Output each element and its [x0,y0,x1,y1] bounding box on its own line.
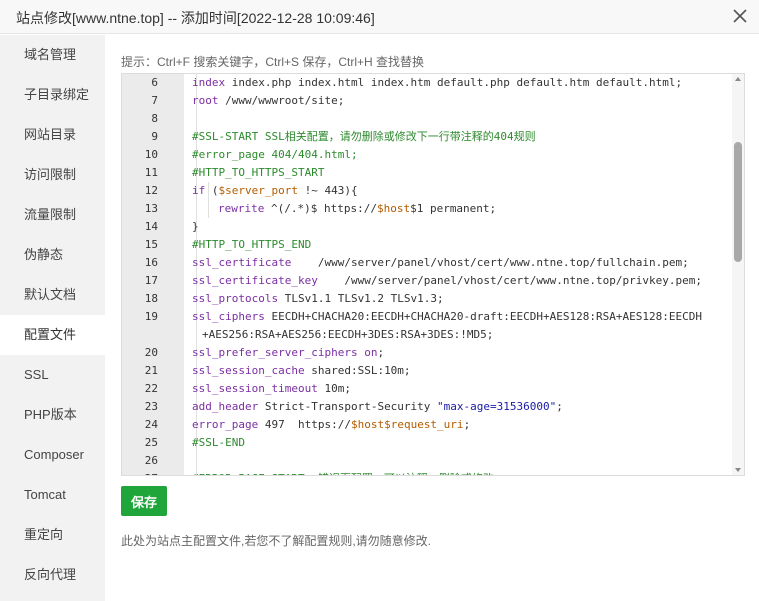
code-line: 6 index index.php index.html index.htm de… [122,74,732,92]
shortcut-tips: 提示：Ctrl+F 搜索关键字，Ctrl+S 保存，Ctrl+H 查找替换 [121,55,425,69]
line-text: ssl_session_timeout 10m; [192,382,351,395]
line-text: ssl_session_cache shared:SSL:10m; [192,364,411,377]
code-line: 12 if ($server_port !~ 443){ [122,182,732,200]
line-text: #error_page 404/404.html; [192,148,358,161]
code-line: 16 ssl_certificate /www/server/panel/vhos… [122,254,732,272]
line-text: error_page 497 https://$host$request_uri… [192,418,471,431]
line-number: 6 [151,76,158,89]
sidebar-item-reverse-proxy[interactable]: 反向代理 [0,555,105,595]
sidebar-item-config-file[interactable]: 配置文件 [0,315,105,355]
line-number: 18 [144,292,158,305]
code-line: 21 ssl_session_cache shared:SSL:10m; [122,362,732,380]
line-number: 11 [144,166,158,179]
sidebar-item-redirect[interactable]: 重定向 [0,515,105,555]
line-text: ssl_prefer_server_ciphers on; [192,346,385,359]
line-number: 24 [144,418,158,431]
code-line: 26 [122,452,732,470]
line-text: root /www/wwwroot/site; [192,94,345,107]
code-line: 25 #SSL-END [122,434,732,452]
code-line: 11 #HTTP_TO_HTTPS_START [122,164,732,182]
sidebar-item-ssl[interactable]: SSL [0,355,105,395]
line-number: 8 [151,112,158,125]
scrollbar-thumb[interactable] [734,142,742,262]
line-number: 22 [144,382,158,395]
window-titlebar: 站点修改[www.ntne.top] -- 添加时间[2022-12-28 10… [0,0,759,34]
close-icon[interactable] [731,7,749,25]
main-panel: 提示：Ctrl+F 搜索关键字，Ctrl+S 保存，Ctrl+H 查找替换 6 i… [105,35,759,601]
code-line: 7 root /www/wwwroot/site; [122,92,732,110]
line-number: 15 [144,238,158,251]
line-text: ssl_protocols TLSv1.1 TLSv1.2 TLSv1.3; [192,292,444,305]
line-number: 16 [144,256,158,269]
line-number: 7 [151,94,158,107]
code-line: 22 ssl_session_timeout 10m; [122,380,732,398]
code-line: 23 add_header Strict-Transport-Security "… [122,398,732,416]
line-number: 14 [144,220,158,233]
line-text: } [192,220,199,233]
sidebar-item-composer[interactable]: Composer [0,435,105,475]
line-number: 21 [144,364,158,377]
code-line: 19 ssl_ciphers EECDH+CHACHA20:EECDH+CHACH… [122,308,732,326]
line-text: #HTTP_TO_HTTPS_END [192,238,312,251]
scroll-up-arrow-icon[interactable] [735,77,741,81]
window-title: 站点修改[www.ntne.top] -- 添加时间[2022-12-28 10… [16,10,375,26]
line-text: ssl_ciphers EECDH+CHACHA20:EECDH+CHACHA2… [192,310,702,323]
line-text: #HTTP_TO_HTTPS_START [192,166,325,179]
line-text: #SSL-END [192,436,245,449]
config-warning-note: 此处为站点主配置文件,若您不了解配置规则,请勿随意修改. [121,534,432,548]
line-text: #ERROR-PAGE-START 错误页配置，可以注释、删除或修改 [192,470,494,475]
sidebar-item-access-limit[interactable]: 访问限制 [0,155,105,195]
sidebar-item-site-dir[interactable]: 网站目录 [0,115,105,155]
sidebar-item-default-doc[interactable]: 默认文档 [0,275,105,315]
code-line: 14} [122,218,732,236]
line-number: 9 [151,130,158,143]
line-number: 26 [144,454,158,467]
line-number: 20 [144,346,158,359]
line-text: add_header Strict-Transport-Security "ma… [192,400,563,413]
line-text: if ($server_port !~ 443){ [192,184,358,197]
line-text: +AES256:RSA+AES256:EECDH+3DES:RSA+3DES:!… [202,328,494,341]
line-number: 13 [144,202,158,215]
sidebar-item-php-version[interactable]: PHP版本 [0,395,105,435]
line-number: 23 [144,400,158,413]
save-button[interactable]: 保存 [121,486,167,516]
line-text: index index.php index.html index.htm def… [192,76,683,89]
sidebar-item-traffic-limit[interactable]: 流量限制 [0,195,105,235]
code-line: +AES256:RSA+AES256:EECDH+3DES:RSA+3DES:!… [122,326,732,344]
code-line: 20 ssl_prefer_server_ciphers on; [122,344,732,362]
scroll-down-arrow-icon[interactable] [735,468,741,472]
code-line: 9 #SSL-START SSL相关配置，请勿删除或修改下一行带注释的404规则 [122,128,732,146]
sidebar: 域名管理 子目录绑定 网站目录 访问限制 流量限制 伪静态 默认文档 配置文件 … [0,35,105,601]
code-line: 18 ssl_protocols TLSv1.1 TLSv1.2 TLSv1.3; [122,290,732,308]
code-line: 24 error_page 497 https://$host$request_u… [122,416,732,434]
line-text: rewrite ^(/.*)$ https://$host$1 permanen… [218,202,497,215]
sidebar-item-domain[interactable]: 域名管理 [0,35,105,75]
sidebar-item-tomcat[interactable]: Tomcat [0,475,105,515]
line-number: 10 [144,148,158,161]
line-number: 27 [122,470,158,475]
code-line: 13 rewrite ^(/.*)$ https://$host$1 perman… [122,200,732,218]
code-line: 17 ssl_certificate_key /www/server/panel/… [122,272,732,290]
line-number: 25 [144,436,158,449]
sidebar-item-rewrite[interactable]: 伪静态 [0,235,105,275]
code-line: 27 #ERROR-PAGE-START 错误页配置，可以注释、删除或修改 [122,470,732,475]
code-lines: 6 index index.php index.html index.htm de… [122,74,732,475]
code-line: 10 #error_page 404/404.html; [122,146,732,164]
code-line: 15 #HTTP_TO_HTTPS_END [122,236,732,254]
editor-scrollbar[interactable] [732,74,744,475]
line-text: ssl_certificate_key /www/server/panel/vh… [192,274,702,287]
line-number: 17 [144,274,158,287]
sidebar-item-subdir-bind[interactable]: 子目录绑定 [0,75,105,115]
line-text: #SSL-START SSL相关配置，请勿删除或修改下一行带注释的404规则 [192,130,536,143]
config-code-editor[interactable]: 6 index index.php index.html index.htm de… [121,73,745,476]
line-number: 19 [144,310,158,323]
line-text: ssl_certificate /www/server/panel/vhost/… [192,256,689,269]
line-number: 12 [144,184,158,197]
code-line: 8 [122,110,732,128]
